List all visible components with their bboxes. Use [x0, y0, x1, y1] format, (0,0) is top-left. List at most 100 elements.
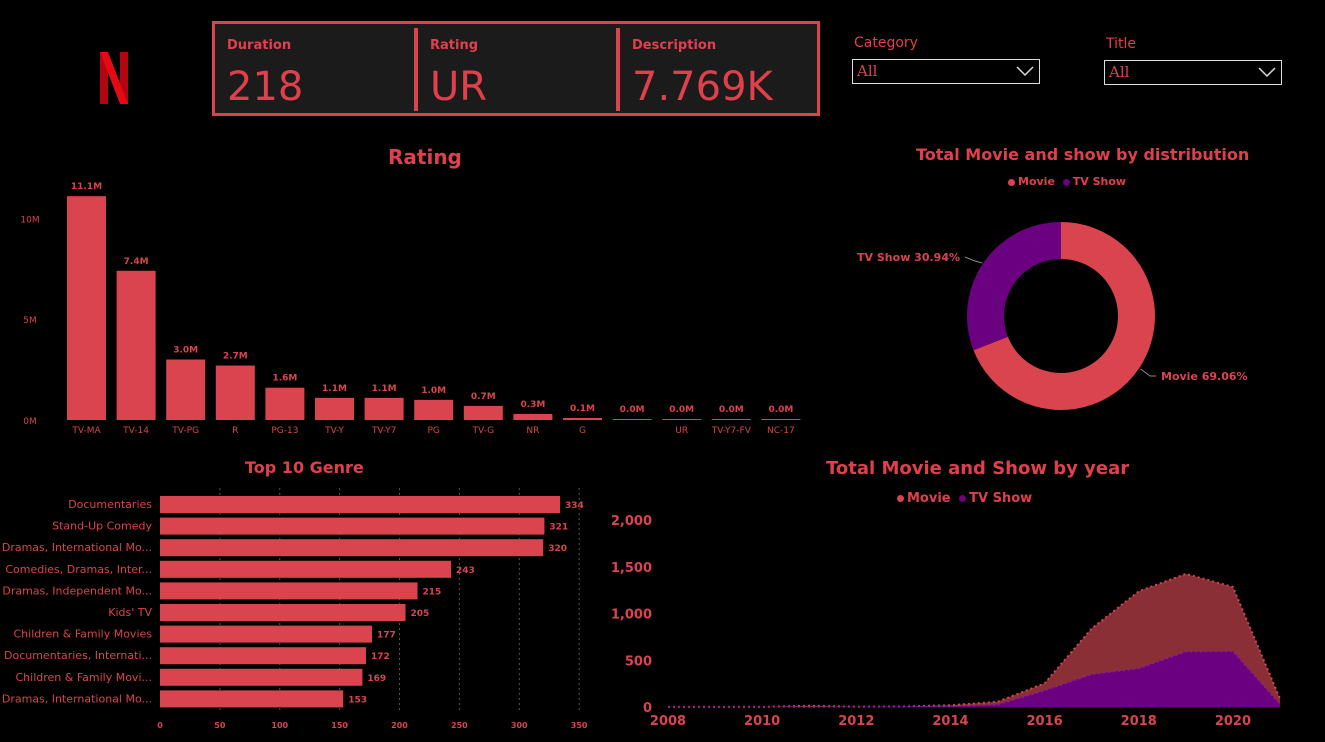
- y-tick-label: Dramas, International Mo...: [2, 692, 152, 705]
- y-tick-label: Documentaries, Internati...: [4, 649, 152, 662]
- bar-PG-13: [265, 387, 305, 420]
- x-tick-label: 150: [331, 721, 348, 730]
- bar-PG: [414, 399, 454, 420]
- data-label: 0.0M: [620, 405, 645, 415]
- chevron-down-icon: [1258, 67, 1276, 78]
- y-tick-label: 1,000: [611, 608, 652, 623]
- genre-bar: [160, 647, 366, 665]
- x-tick-label: TV-MA: [71, 426, 101, 436]
- data-label: 243: [456, 566, 475, 576]
- data-label: 0.0M: [719, 405, 744, 415]
- kpi-label: Duration: [227, 38, 292, 53]
- x-tick-label: 2018: [1121, 714, 1157, 729]
- data-label: 1.1M: [322, 384, 347, 394]
- data-label: 215: [422, 587, 441, 597]
- data-label: 3.0M: [173, 346, 198, 356]
- genre-bar: [160, 668, 363, 686]
- distribution-donut-chart: Movie 69.06% TV Show 30.94%: [857, 222, 1248, 410]
- y-tick-label: Documentaries: [68, 498, 152, 511]
- y-tick-label: 0M: [23, 417, 37, 427]
- x-tick-label: 100: [271, 721, 288, 730]
- data-label: 153: [348, 695, 367, 705]
- x-tick-label: 2014: [932, 714, 968, 729]
- genre-bar: [160, 604, 406, 621]
- legend-label: Movie: [907, 491, 951, 506]
- x-tick-label: 300: [511, 721, 528, 730]
- donut-slice-tv-show: [967, 222, 1061, 351]
- category-dropdown-value: All: [857, 62, 878, 80]
- bar-TV-Y: [315, 397, 354, 420]
- genre-bar: [160, 690, 344, 708]
- leader-line: [964, 256, 983, 264]
- y-tick-label: Stand-Up Comedy: [52, 520, 152, 533]
- slice-label: Movie 69.06%: [1161, 370, 1248, 383]
- x-tick-label: 2016: [1027, 714, 1063, 729]
- bar-TV-Y7: [364, 397, 404, 420]
- legend-marker-tv-show: [1062, 178, 1070, 186]
- data-label: 11.1M: [71, 182, 102, 192]
- kpi-value: 218: [227, 64, 304, 110]
- data-label: 1.6M: [272, 374, 297, 384]
- category-dropdown[interactable]: All: [852, 59, 1040, 84]
- x-tick-label: TV-G: [471, 426, 494, 436]
- y-tick-label: 500: [625, 654, 652, 669]
- y-tick-label: Children & Family Movi...: [15, 671, 152, 684]
- bar-NR: [513, 413, 553, 420]
- title-dropdown-value: All: [1109, 63, 1130, 81]
- kpi-value: UR: [430, 64, 488, 110]
- chevron-down-icon: [1016, 66, 1034, 77]
- x-tick-label: TV-Y7: [371, 426, 397, 436]
- distribution-chart-title: Total Movie and show by distribution: [916, 145, 1250, 164]
- bar-R: [215, 365, 255, 420]
- legend-marker-movie: [897, 495, 904, 502]
- x-tick-label: G: [579, 426, 586, 436]
- x-tick-label: 250: [451, 721, 468, 730]
- bar-TV-Y7-FV: [711, 419, 751, 420]
- genre-chart-title: Top 10 Genre: [245, 458, 364, 477]
- year-legend: Movie TV Show: [897, 491, 1032, 506]
- kpi-description: Description 7.769K: [620, 24, 818, 113]
- y-tick-label: Children & Family Movies: [13, 628, 152, 641]
- data-label: 7.4M: [124, 257, 149, 267]
- data-label: 1.1M: [372, 384, 397, 394]
- kpi-duration: Duration 218: [215, 24, 413, 113]
- data-label: 0.7M: [471, 392, 496, 402]
- slice-label: TV Show 30.94%: [857, 251, 960, 264]
- bar-TV-MA: [67, 196, 106, 420]
- legend-label: TV Show: [1072, 175, 1127, 188]
- y-tick-label: Dramas, International Mo...: [2, 541, 152, 554]
- genre-bar: [160, 496, 560, 513]
- data-label: 334: [565, 501, 584, 511]
- bar-blank: [612, 419, 652, 420]
- data-label: 321: [549, 523, 568, 533]
- x-tick-label: PG-13: [271, 426, 298, 436]
- bar-TV-14: [116, 270, 156, 420]
- data-label: 169: [367, 674, 386, 684]
- netflix-logo: [98, 52, 130, 104]
- year-chart-title: Total Movie and Show by year: [826, 458, 1130, 479]
- category-filter-label: Category: [854, 35, 918, 51]
- bar-NC-17: [761, 419, 801, 420]
- x-tick-label: 2012: [838, 714, 874, 729]
- bar-G: [563, 417, 602, 420]
- y-tick-label: 5M: [23, 316, 37, 326]
- leader-line: [1140, 368, 1156, 377]
- y-tick-label: 1,500: [611, 561, 652, 576]
- title-dropdown[interactable]: All: [1104, 60, 1282, 85]
- data-label: 177: [377, 631, 396, 641]
- data-label: 1.0M: [421, 386, 446, 396]
- legend-marker-tv-show: [959, 495, 967, 502]
- x-tick-label: 350: [571, 721, 588, 730]
- y-tick-label: Kids' TV: [108, 606, 152, 619]
- genre-bar: [160, 560, 452, 578]
- kpi-value: 7.769K: [632, 64, 773, 110]
- x-tick-label: NC-17: [767, 426, 795, 436]
- bar-TV-G: [463, 405, 503, 420]
- rating-chart-title: Rating: [388, 145, 462, 169]
- x-tick-label: 2020: [1215, 714, 1251, 729]
- legend-label: Movie: [1018, 175, 1055, 188]
- data-label: 0.0M: [669, 405, 694, 415]
- x-tick-label: 2010: [744, 714, 780, 729]
- x-tick-label: TV-Y: [324, 426, 344, 436]
- x-tick-label: UR: [675, 426, 688, 436]
